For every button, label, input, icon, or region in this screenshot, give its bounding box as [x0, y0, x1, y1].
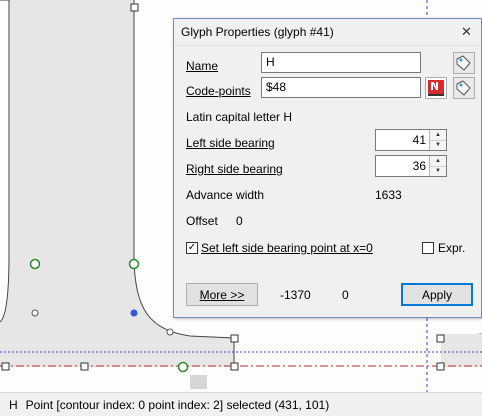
more-button[interactable]: More >> — [186, 283, 258, 306]
close-icon[interactable]: ✕ — [458, 23, 475, 40]
spin-down-icon[interactable]: ▼ — [430, 140, 446, 150]
dialog-titlebar[interactable]: Glyph Properties (glyph #41) — [174, 19, 481, 46]
spin-down-icon[interactable]: ▼ — [430, 166, 446, 176]
offset-value: 0 — [236, 214, 243, 228]
status-glyph-char: H — [9, 397, 18, 412]
point-handle[interactable] — [230, 334, 239, 343]
codepoints-field[interactable]: $48 — [261, 77, 421, 98]
set-lsb-label: Set left side bearing point at x=0 — [201, 241, 373, 255]
point-handle[interactable] — [436, 362, 445, 371]
coord-y: 0 — [342, 288, 349, 302]
more-button-label: More >> — [199, 287, 245, 302]
spin-up-icon[interactable]: ▲ — [430, 156, 446, 167]
rsb-value: 36 — [412, 159, 426, 173]
coord-x: -1370 — [280, 288, 311, 302]
status-bar: H Point [contour index: 0 point index: 2… — [0, 392, 482, 416]
rsb-label: Right side bearing — [186, 162, 283, 176]
point-handle[interactable] — [128, 258, 140, 270]
glyph-properties-dialog: Glyph Properties (glyph #41) ✕ Name H Co… — [173, 18, 482, 318]
point-handle[interactable] — [29, 258, 41, 270]
apply-button-label: Apply — [421, 287, 453, 302]
offset-label: Offset — [186, 214, 218, 228]
expr-label: Expr. — [438, 241, 466, 255]
rsb-spin-arrows[interactable]: ▲ ▼ — [429, 156, 446, 176]
point-handle[interactable] — [31, 309, 39, 317]
point-handle[interactable] — [80, 362, 89, 371]
status-text: Point [contour index: 0 point index: 2] … — [25, 397, 330, 412]
tag-icon — [456, 55, 471, 71]
lsb-value: 41 — [412, 133, 426, 147]
name-label: Name — [186, 59, 219, 73]
point-handle[interactable] — [166, 328, 174, 336]
advance-label: Advance width — [186, 188, 265, 202]
unicode-icon — [428, 80, 444, 96]
name-field[interactable]: H — [261, 52, 421, 73]
tag-icon — [456, 80, 471, 96]
point-handle[interactable] — [130, 3, 139, 12]
point-handle[interactable] — [436, 334, 445, 343]
char-description: Latin capital letter H — [186, 110, 293, 124]
advance-value: 1633 — [375, 188, 402, 202]
dialog-title: Glyph Properties (glyph #41) — [181, 25, 334, 39]
point-handle[interactable] — [230, 362, 239, 371]
unicode-button[interactable] — [425, 77, 447, 99]
lsb-spin-arrows[interactable]: ▲ ▼ — [429, 130, 446, 150]
lsb-label: Left side bearing — [186, 136, 275, 150]
spin-up-icon[interactable]: ▲ — [430, 130, 446, 141]
rsb-spinbox[interactable]: 36 ▲ ▼ — [375, 155, 447, 177]
copy-name-button[interactable] — [453, 52, 475, 74]
horizontal-scrollbar-thumb[interactable] — [190, 375, 207, 389]
copy-codepoints-button[interactable] — [453, 77, 475, 99]
selected-point[interactable] — [130, 309, 138, 317]
expr-checkbox[interactable] — [422, 242, 434, 254]
lsb-spinbox[interactable]: 41 ▲ ▼ — [375, 129, 447, 151]
set-lsb-checkbox[interactable]: ✓ — [186, 242, 198, 254]
apply-button[interactable]: Apply — [401, 283, 473, 306]
point-handle[interactable] — [1, 362, 10, 371]
codepoints-label: Code-points — [186, 84, 251, 98]
point-handle[interactable] — [177, 361, 189, 373]
